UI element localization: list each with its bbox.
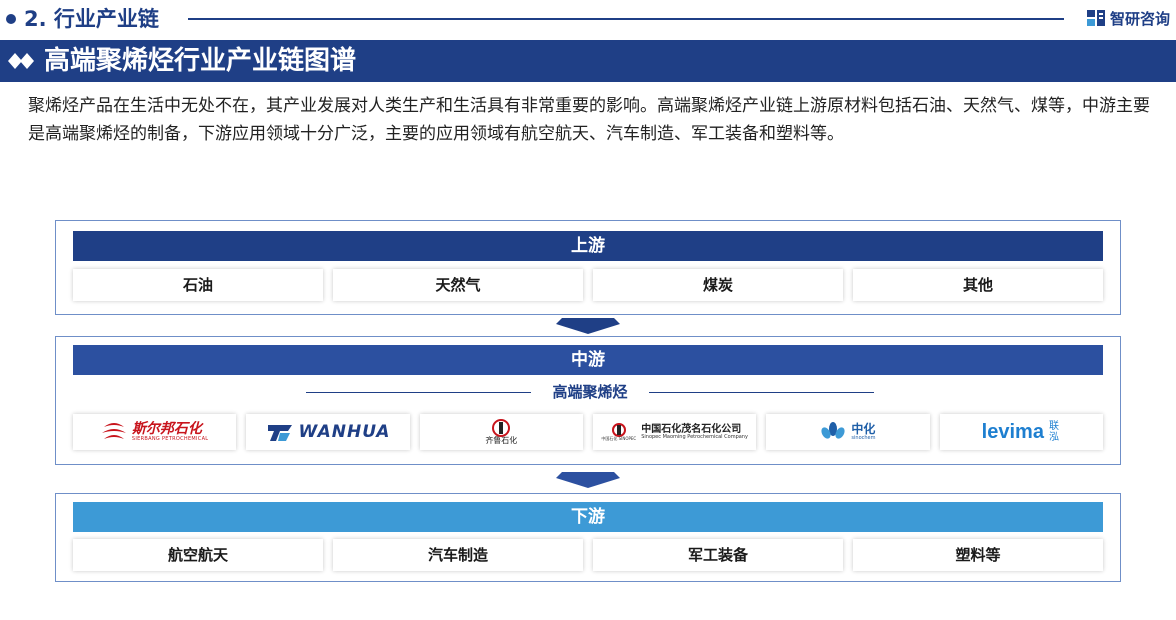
section-header: 2. 行业产业链 智研咨询 [0, 0, 1176, 38]
sinopec-logo-icon [492, 418, 511, 437]
downstream-header: 下游 [73, 502, 1103, 532]
upstream-header: 上游 [73, 231, 1103, 261]
downstream-item: 塑料等 [853, 539, 1103, 571]
downstream-item: 汽车制造 [333, 539, 583, 571]
brand-logo-icon [1087, 10, 1105, 26]
company-logo-qilu: 齐鲁石化 [419, 414, 583, 450]
company-name: 中化 [851, 421, 876, 436]
company-name: 齐鲁石化 [485, 435, 518, 445]
company-logos: 斯尔邦石化 SIERBANG PETROCHEMICAL WANHUA 齐鲁石化 [73, 414, 1103, 450]
upstream-item: 天然气 [333, 269, 583, 301]
midstream-subtitle: 高端聚烯烃 [552, 383, 628, 401]
sierbang-logo-icon [101, 423, 126, 439]
company-subname: sinochem [851, 434, 876, 441]
dot-icon [6, 14, 16, 24]
midstream-header: 中游 [73, 345, 1103, 375]
sinopec-logo-icon [611, 422, 626, 437]
intro-paragraph: 聚烯烃产品在生活中无处不在，其产业发展对人类生产和生活具有非常重要的影响。高端聚… [28, 96, 1150, 144]
downstream-item: 航空航天 [73, 539, 323, 571]
upstream-item: 其他 [853, 269, 1103, 301]
down-arrow-icon [556, 318, 620, 334]
downstream-items: 航空航天 汽车制造 军工装备 塑料等 [73, 539, 1103, 571]
upstream-item: 石油 [73, 269, 323, 301]
levima-logo-icon: levima [981, 420, 1044, 443]
company-brand: 中国石化 SINOPEC [601, 435, 637, 441]
double-diamond-icon [8, 53, 34, 69]
midstream-panel: 中游 高端聚烯烃 斯尔邦石化 SIERBANG PETROCHEMICAL WA… [55, 336, 1121, 465]
brand: 智研咨询 [1086, 6, 1170, 30]
company-subname: SIERBANG PETROCHEMICAL [131, 435, 209, 442]
down-arrow-icon [556, 472, 620, 488]
company-name: 斯尔邦石化 [131, 420, 202, 437]
company-logo-levima: levima 联泓 [939, 414, 1103, 450]
company-logo-sierbang: 斯尔邦石化 SIERBANG PETROCHEMICAL [73, 414, 237, 450]
upstream-panel: 上游 石油 天然气 煤炭 其他 [55, 220, 1121, 315]
page-title: 高端聚烯烃行业产业链图谱 [44, 46, 357, 76]
company-logo-maoming: 中国石化 SINOPEC 中国石化茂名石化公司 Sinopec Maoming … [592, 414, 757, 450]
divider [188, 18, 1064, 20]
midstream-subtitle-row: 高端聚烯烃 [306, 380, 874, 404]
downstream-item: 军工装备 [593, 539, 843, 571]
company-name: WANHUA [298, 422, 391, 442]
sinochem-logo-icon [821, 422, 846, 439]
divider [649, 392, 874, 393]
wanhua-logo-icon [267, 425, 292, 441]
company-name: 联泓 [1048, 421, 1059, 443]
brand-name: 智研咨询 [1110, 9, 1171, 28]
downstream-panel: 下游 航空航天 汽车制造 军工装备 塑料等 [55, 493, 1121, 582]
upstream-item: 煤炭 [593, 269, 843, 301]
company-logo-wanhua: WANHUA [246, 414, 410, 450]
divider [306, 392, 531, 393]
title-band: 高端聚烯烃行业产业链图谱 [0, 40, 1176, 82]
company-subname: Sinopec Maoming Petrochemical Company [641, 433, 748, 440]
upstream-items: 石油 天然气 煤炭 其他 [73, 269, 1103, 301]
section-title: 2. 行业产业链 [24, 7, 159, 31]
company-logo-sinochem: 中化 sinochem [766, 414, 930, 450]
